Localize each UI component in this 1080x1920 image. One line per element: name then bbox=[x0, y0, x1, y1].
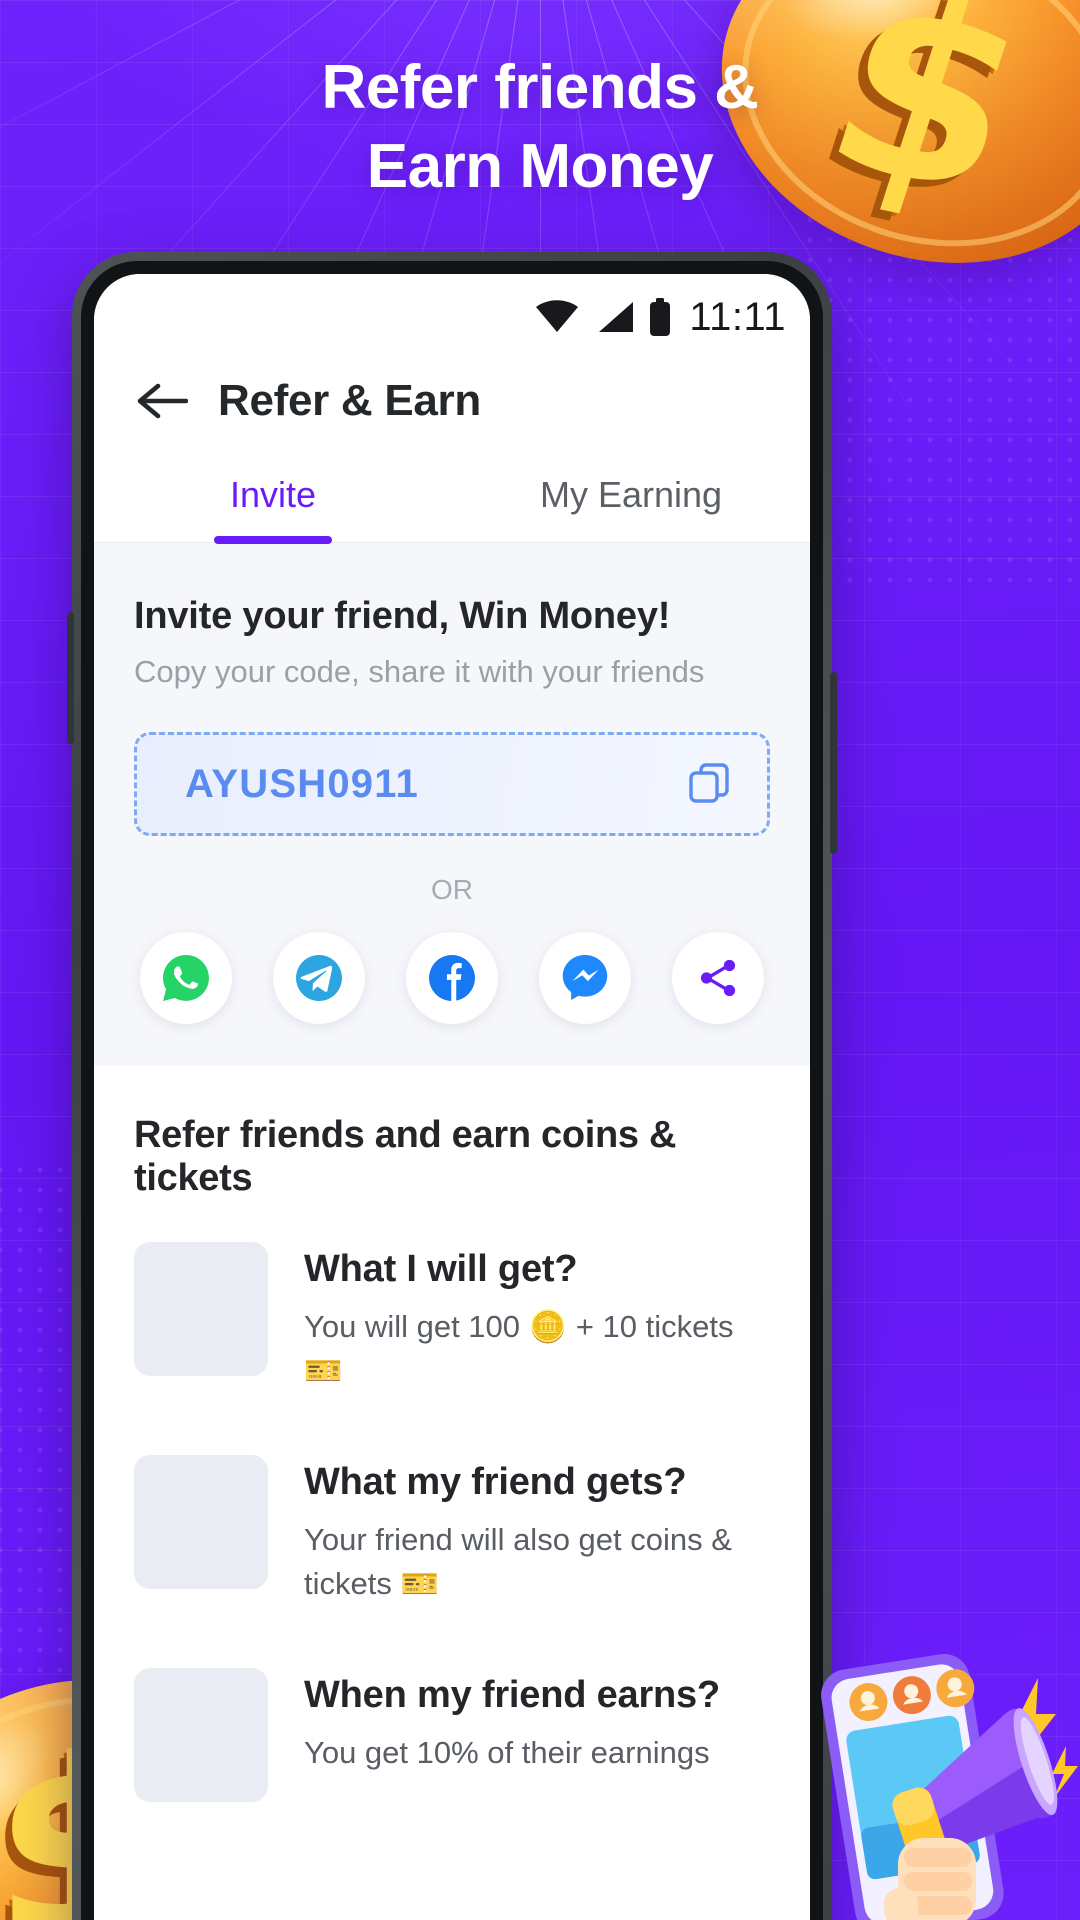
battery-icon bbox=[650, 298, 671, 336]
invite-title: Invite your friend, Win Money! bbox=[134, 595, 671, 637]
share-messenger-button[interactable] bbox=[539, 932, 631, 1024]
phone-volume-button bbox=[67, 612, 74, 744]
tab-invite[interactable]: Invite bbox=[94, 452, 452, 542]
tab-invite-label: Invite bbox=[229, 474, 317, 515]
benefit-text: Your friend will also get coins & ticket… bbox=[304, 1522, 732, 1602]
headline-line-2: Earn Money bbox=[366, 132, 714, 202]
invite-panel: Invite your friend, Win Money! Copy your… bbox=[94, 543, 810, 1066]
benefit-thumbnail bbox=[134, 1668, 268, 1803]
status-bar-clock: 11:11 bbox=[689, 294, 786, 339]
benefits-title: Refer friends and earn coins & tickets bbox=[134, 1114, 677, 1199]
signal-icon bbox=[599, 302, 634, 332]
arrow-left-icon[interactable] bbox=[136, 380, 188, 422]
share-facebook-button[interactable] bbox=[406, 932, 498, 1024]
tab-my-earning[interactable]: My Earning bbox=[452, 452, 810, 542]
share-icon bbox=[700, 959, 736, 997]
phone-mockup: 11:11 Refer & Earn Invite My Earning Inv… bbox=[67, 252, 837, 1920]
whatsapp-icon bbox=[163, 955, 209, 1001]
benefit-heading: What my friend gets? bbox=[304, 1461, 687, 1504]
benefit-text: You will get 100 🪙 + 10 tickets 🎫 bbox=[304, 1309, 734, 1389]
tab-my-earning-label: My Earning bbox=[539, 474, 723, 515]
invite-subtitle: Copy your code, share it with your frien… bbox=[134, 654, 705, 689]
tab-bar: Invite My Earning bbox=[94, 452, 810, 543]
phone-bezel: 11:11 Refer & Earn Invite My Earning Inv… bbox=[81, 261, 823, 1920]
phone-screen: 11:11 Refer & Earn Invite My Earning Inv… bbox=[94, 274, 810, 1920]
benefit-thumbnail bbox=[134, 1455, 268, 1590]
app-bar: Refer & Earn bbox=[94, 360, 810, 452]
referral-code-value: AYUSH0911 bbox=[185, 761, 419, 806]
list-item: When my friend earns? You get 10% of the… bbox=[134, 1626, 770, 1822]
headline-line-1: Refer friends & bbox=[321, 53, 759, 122]
share-more-button[interactable] bbox=[672, 932, 764, 1024]
referral-code-box[interactable]: AYUSH0911 bbox=[134, 732, 770, 836]
benefit-heading: What I will get? bbox=[304, 1248, 578, 1290]
phone-power-button bbox=[830, 672, 837, 854]
share-telegram-button[interactable] bbox=[273, 932, 365, 1024]
social-share-row bbox=[134, 932, 770, 1024]
telegram-icon bbox=[296, 955, 342, 1001]
benefit-thumbnail bbox=[134, 1242, 268, 1376]
list-item: What I will get? You will get 100 🪙 + 10… bbox=[134, 1200, 770, 1413]
facebook-icon bbox=[429, 955, 475, 1001]
wifi-icon bbox=[536, 300, 579, 332]
status-bar: 11:11 bbox=[94, 274, 810, 360]
list-item: What my friend gets? Your friend will al… bbox=[134, 1413, 770, 1626]
or-divider-label: OR bbox=[431, 874, 473, 905]
benefit-text: You get 10% of their earnings bbox=[304, 1735, 710, 1771]
benefits-section: Refer friends and earn coins & tickets W… bbox=[94, 1066, 810, 1823]
share-whatsapp-button[interactable] bbox=[140, 932, 232, 1024]
benefit-heading: When my friend earns? bbox=[304, 1674, 720, 1717]
promo-headline: Refer friends & Earn Money bbox=[0, 48, 1080, 207]
page-title: Refer & Earn bbox=[218, 376, 481, 425]
messenger-icon bbox=[562, 955, 608, 1000]
copy-icon[interactable] bbox=[685, 760, 733, 808]
